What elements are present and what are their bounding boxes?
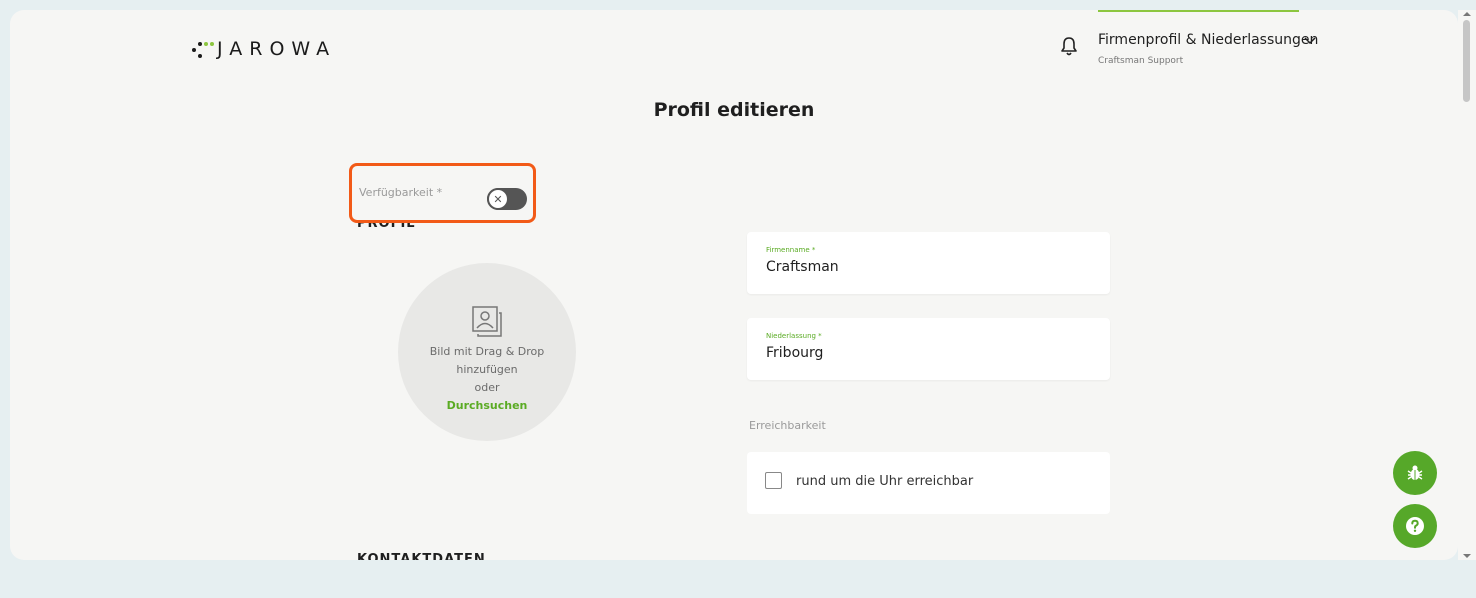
company-name-input[interactable] [766, 259, 1086, 275]
bell-icon[interactable] [1059, 35, 1079, 57]
bug-report-button[interactable] [1393, 451, 1437, 495]
image-placeholder-icon [472, 306, 502, 337]
help-icon [1406, 517, 1424, 535]
reachability-label: Erreichbarkeit [749, 419, 826, 432]
company-name-label: Firmenname * [766, 246, 816, 254]
help-button[interactable] [1393, 504, 1437, 548]
branch-input[interactable] [766, 345, 1086, 361]
upload-instruction: Bild mit Drag & Drop hinzufügen [429, 345, 545, 376]
branch-label: Niederlassung * [766, 332, 822, 340]
scroll-down-icon[interactable] [1463, 554, 1471, 558]
image-upload-dropzone[interactable]: Bild mit Drag & Drop hinzufügen oder Dur… [398, 263, 576, 441]
profile-name: Firmenprofil & Niederlassungen [1098, 32, 1319, 48]
section-heading-kontaktdaten: KONTAKTDATEN [357, 552, 486, 560]
active-indicator [1098, 10, 1299, 12]
bug-icon [1407, 465, 1423, 480]
browse-link[interactable]: Durchsuchen [398, 397, 576, 415]
profile-subtitle: Craftsman Support [1098, 56, 1184, 66]
page-title: Profil editieren [653, 99, 815, 121]
availability-toggle[interactable]: ✕ [487, 188, 527, 210]
app-card: JAROWA Firmenprofil & Niederlassungen Cr… [10, 10, 1458, 560]
availability-label: Verfügbarkeit * [359, 186, 443, 199]
upload-or: oder [474, 381, 500, 394]
logo-dots-icon [192, 42, 214, 58]
vertical-scrollbar[interactable] [1458, 10, 1476, 560]
availability-toggle-group: Verfügbarkeit * ✕ [349, 163, 536, 223]
around-the-clock-label[interactable]: rund um die Uhr erreichbar [796, 474, 973, 489]
company-name-field[interactable]: Firmenname * [747, 232, 1110, 294]
profile-menu[interactable]: Firmenprofil & Niederlassungen Craftsman… [1098, 32, 1318, 66]
reachability-box: rund um die Uhr erreichbar [747, 452, 1110, 514]
toggle-off-icon: ✕ [487, 188, 509, 210]
jarowa-logo[interactable]: JAROWA [191, 37, 361, 65]
scroll-thumb[interactable] [1463, 20, 1470, 102]
scroll-up-icon[interactable] [1463, 12, 1471, 16]
logo-text: JAROWA [217, 38, 337, 60]
chevron-down-icon[interactable] [1304, 37, 1316, 45]
branch-field[interactable]: Niederlassung * [747, 318, 1110, 380]
around-the-clock-checkbox[interactable] [765, 472, 782, 489]
